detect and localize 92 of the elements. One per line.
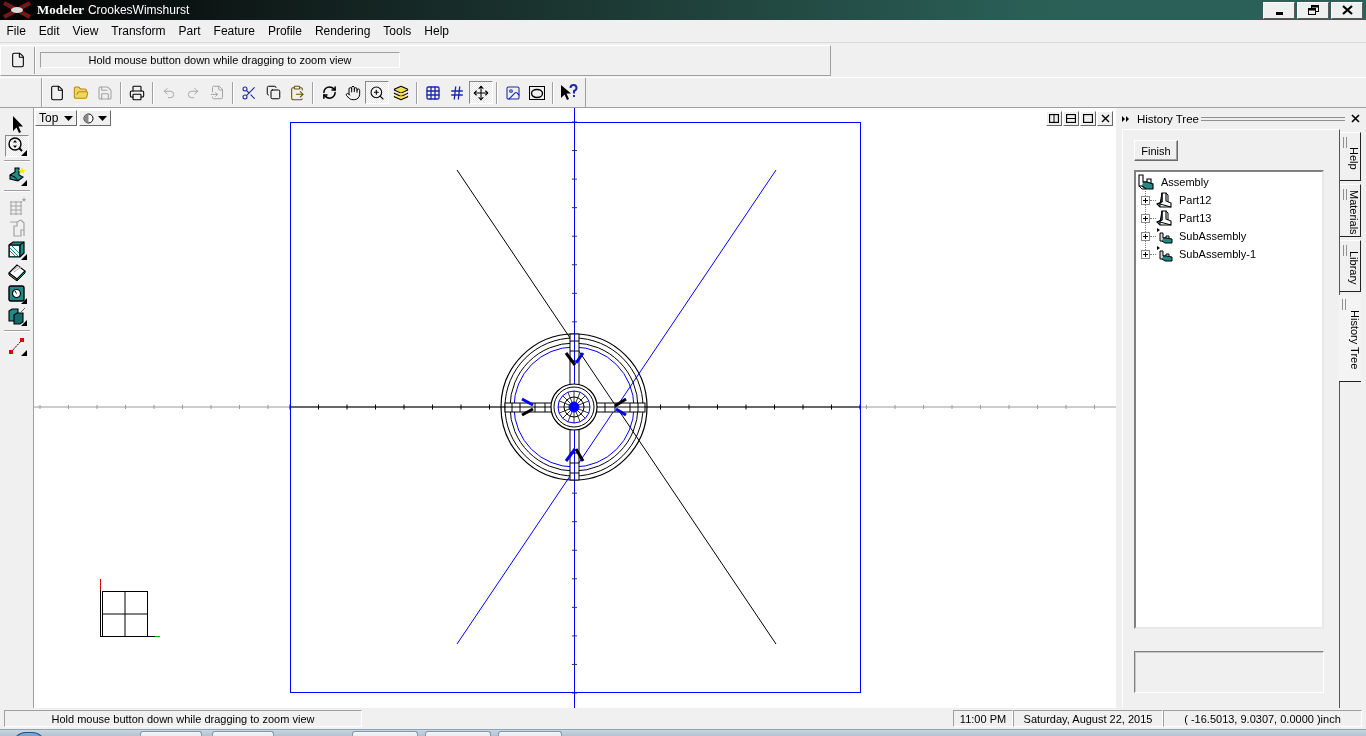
- split-horizontal-icon: [1066, 114, 1076, 123]
- menu-item[interactable]: Transform: [104, 21, 173, 41]
- expander-icon[interactable]: [1141, 195, 1150, 205]
- tree-item[interactable]: Assembly: [1160, 175, 1210, 189]
- undo-icon: [162, 85, 176, 100]
- tree-item[interactable]: Part12: [1178, 193, 1213, 207]
- side-tab[interactable]: Library: [1340, 240, 1361, 292]
- side-tab[interactable]: Help: [1340, 132, 1361, 181]
- eraser-icon: [6, 262, 27, 282]
- file-icon: [10, 52, 26, 68]
- scissors-icon: [241, 84, 257, 101]
- folder-icon: [73, 84, 89, 101]
- menu-item[interactable]: Help: [417, 21, 456, 41]
- side-tab[interactable]: History Tree: [1339, 295, 1361, 382]
- zoom-icon: [369, 84, 385, 101]
- caret-icon: [98, 115, 108, 121]
- close-icon: [1100, 114, 1110, 123]
- cubes-icon: [6, 306, 27, 326]
- part-icon: [1156, 192, 1174, 208]
- hand-icon: [345, 84, 361, 101]
- close-icon: [1341, 5, 1353, 15]
- expander-icon[interactable]: [1141, 231, 1150, 241]
- line-icon: [6, 336, 27, 356]
- toolbar-button[interactable]: [365, 81, 389, 104]
- status-message: Hold mouse button down while dragging to zoom view: [4, 710, 362, 727]
- split-vertical-button[interactable]: [1046, 111, 1062, 126]
- printer-icon: [129, 84, 145, 101]
- tree-item[interactable]: SubAssembly: [1178, 229, 1248, 243]
- redo-icon: [186, 85, 200, 100]
- image-icon: [505, 84, 521, 101]
- status-time: 11:00 PM: [953, 710, 1013, 727]
- close-button[interactable]: [1331, 1, 1363, 19]
- toolbar-button[interactable]: [469, 81, 493, 104]
- double-arrow-icon: [1122, 115, 1130, 122]
- close-panel-button[interactable]: [1351, 114, 1360, 123]
- menu-item[interactable]: Profile: [261, 21, 309, 41]
- restore-button[interactable]: [1297, 1, 1329, 19]
- split-vertical-icon: [1049, 114, 1059, 123]
- menu-item[interactable]: File: [0, 21, 33, 41]
- move-icon: [473, 84, 489, 101]
- maximize-icon: [1083, 114, 1093, 123]
- menu-item[interactable]: View: [66, 21, 105, 41]
- split-horizontal-button[interactable]: [1063, 111, 1079, 126]
- file-icon: [49, 84, 65, 101]
- hash-icon: [449, 84, 465, 101]
- maximize-button[interactable]: [1080, 111, 1096, 126]
- restore-icon: [1307, 5, 1319, 15]
- tool-button[interactable]: [4, 135, 29, 157]
- collapse-button[interactable]: [1122, 115, 1130, 122]
- close-icon: [1351, 114, 1360, 123]
- cube-icon: [6, 240, 27, 260]
- minimize-icon: [1275, 11, 1283, 15]
- expander-icon[interactable]: [1141, 249, 1150, 259]
- rotate-icon: [321, 85, 337, 100]
- shading-dropdown[interactable]: [79, 110, 112, 126]
- axis-indicator-icon: [99, 578, 161, 638]
- menu-item[interactable]: Tools: [376, 21, 418, 41]
- close-view-button[interactable]: [1097, 111, 1113, 126]
- save-icon: [97, 84, 113, 101]
- subassembly-icon: [1156, 246, 1174, 262]
- layers-icon: [393, 84, 409, 101]
- panel-title: History Tree: [1137, 112, 1199, 125]
- tree-item[interactable]: SubAssembly-1: [1178, 247, 1258, 261]
- menu-item[interactable]: Edit: [32, 21, 67, 41]
- cursor-coordinates: ( -16.5013, 9.0307, 0.0000 )inch: [1163, 710, 1362, 727]
- half-circle-icon: [83, 112, 95, 124]
- side-tab[interactable]: Materials: [1340, 184, 1361, 237]
- zoom-icon: [6, 136, 27, 156]
- menu-item[interactable]: Part: [172, 21, 208, 41]
- caret-icon: [64, 115, 74, 121]
- expander-icon[interactable]: [1141, 213, 1150, 223]
- clipboard-icon: [289, 84, 305, 101]
- assembly-icon: [1138, 174, 1156, 190]
- menu-item[interactable]: Feature: [207, 21, 262, 41]
- status-date: Saturday, August 22, 2015: [1013, 710, 1163, 727]
- finish-button[interactable]: Finish: [1134, 140, 1178, 161]
- window-title: CrookesWimshurst: [87, 3, 190, 17]
- extrude-icon: [6, 166, 27, 186]
- prompt-field: Hold mouse button down while dragging to zoom view: [40, 52, 400, 68]
- document-arrow-icon: [209, 85, 225, 100]
- view-dropdown[interactable]: Top: [35, 110, 78, 126]
- pointer-help-icon: [560, 84, 578, 101]
- minimize-button[interactable]: [1263, 1, 1295, 19]
- copy-icon: [265, 85, 281, 100]
- grid-icon: [425, 84, 441, 101]
- app-name: Modeler: [37, 2, 84, 18]
- subassembly-icon: [1156, 228, 1174, 244]
- ellipse-icon: [529, 85, 545, 100]
- app-logo-icon: [2, 1, 32, 19]
- menu-item[interactable]: Rendering: [308, 21, 377, 41]
- tree-item[interactable]: Part13: [1178, 211, 1213, 225]
- part-icon: [1156, 210, 1174, 226]
